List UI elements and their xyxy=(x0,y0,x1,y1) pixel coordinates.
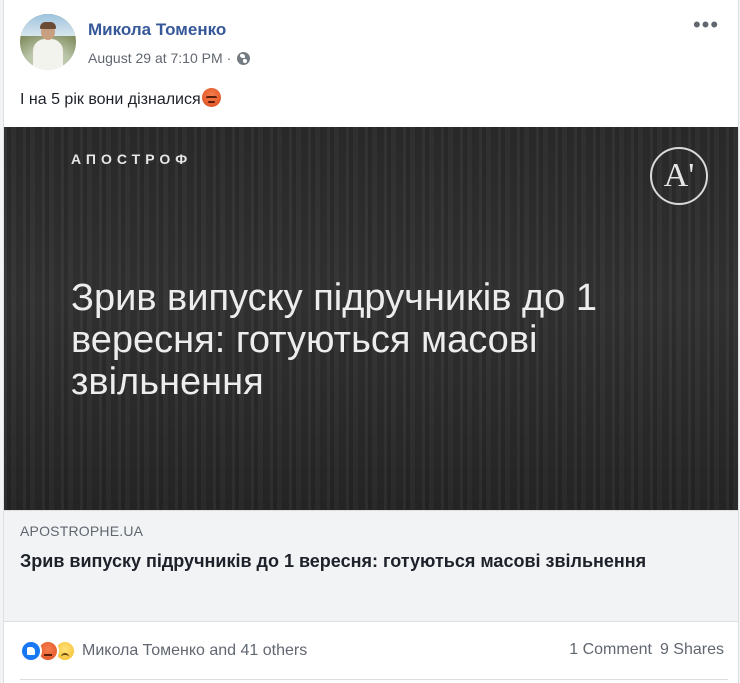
angry-face-icon xyxy=(201,88,221,107)
link-preview-image[interactable]: АПОСТРОФ A' Зрив випуску підручників до … xyxy=(4,127,738,510)
post-footer: Микола Томенко and 41 others 1 Comment 9 … xyxy=(4,622,738,678)
link-title[interactable]: Зрив випуску підручників до 1 вересня: г… xyxy=(20,549,710,574)
image-headline: Зрив випуску підручників до 1 вересня: г… xyxy=(71,277,597,403)
post-text-content: І на 5 рік вони дізналися xyxy=(20,91,201,108)
meta-separator: · xyxy=(226,50,232,66)
engagement-counts: 1 Comment 9 Shares xyxy=(569,641,724,659)
post-header: Микола Томенко August 29 at 7:10 PM · ••… xyxy=(20,14,728,74)
reactions-summary[interactable]: Микола Томенко and 41 others xyxy=(20,640,307,662)
comments-count-link[interactable]: 1 Comment xyxy=(569,641,652,658)
avatar-figure xyxy=(33,39,63,70)
post-timestamp[interactable]: August 29 at 7:10 PM xyxy=(88,50,223,66)
post-text: І на 5 рік вони дізналися xyxy=(20,88,221,109)
avatar-hair xyxy=(40,22,56,29)
brand-wordmark: АПОСТРОФ xyxy=(71,151,193,167)
author-name-link[interactable]: Микола Томенко xyxy=(88,20,226,40)
link-domain: APOSTROPHE.UA xyxy=(20,523,144,539)
shares-count-link[interactable]: 9 Shares xyxy=(660,641,724,658)
like-icon xyxy=(20,640,42,662)
author-avatar[interactable] xyxy=(20,14,76,70)
more-options-button[interactable]: ••• xyxy=(692,14,720,38)
footer-divider xyxy=(20,679,728,680)
globe-icon[interactable] xyxy=(237,51,251,65)
link-preview-info[interactable]: APOSTROPHE.UA Зрив випуску підручників д… xyxy=(4,510,738,622)
reactions-text[interactable]: Микола Томенко and 41 others xyxy=(82,642,307,660)
brand-logo: A' xyxy=(650,147,708,205)
post-meta: August 29 at 7:10 PM · xyxy=(88,50,251,66)
post-card: Микола Томенко August 29 at 7:10 PM · ••… xyxy=(3,0,739,683)
